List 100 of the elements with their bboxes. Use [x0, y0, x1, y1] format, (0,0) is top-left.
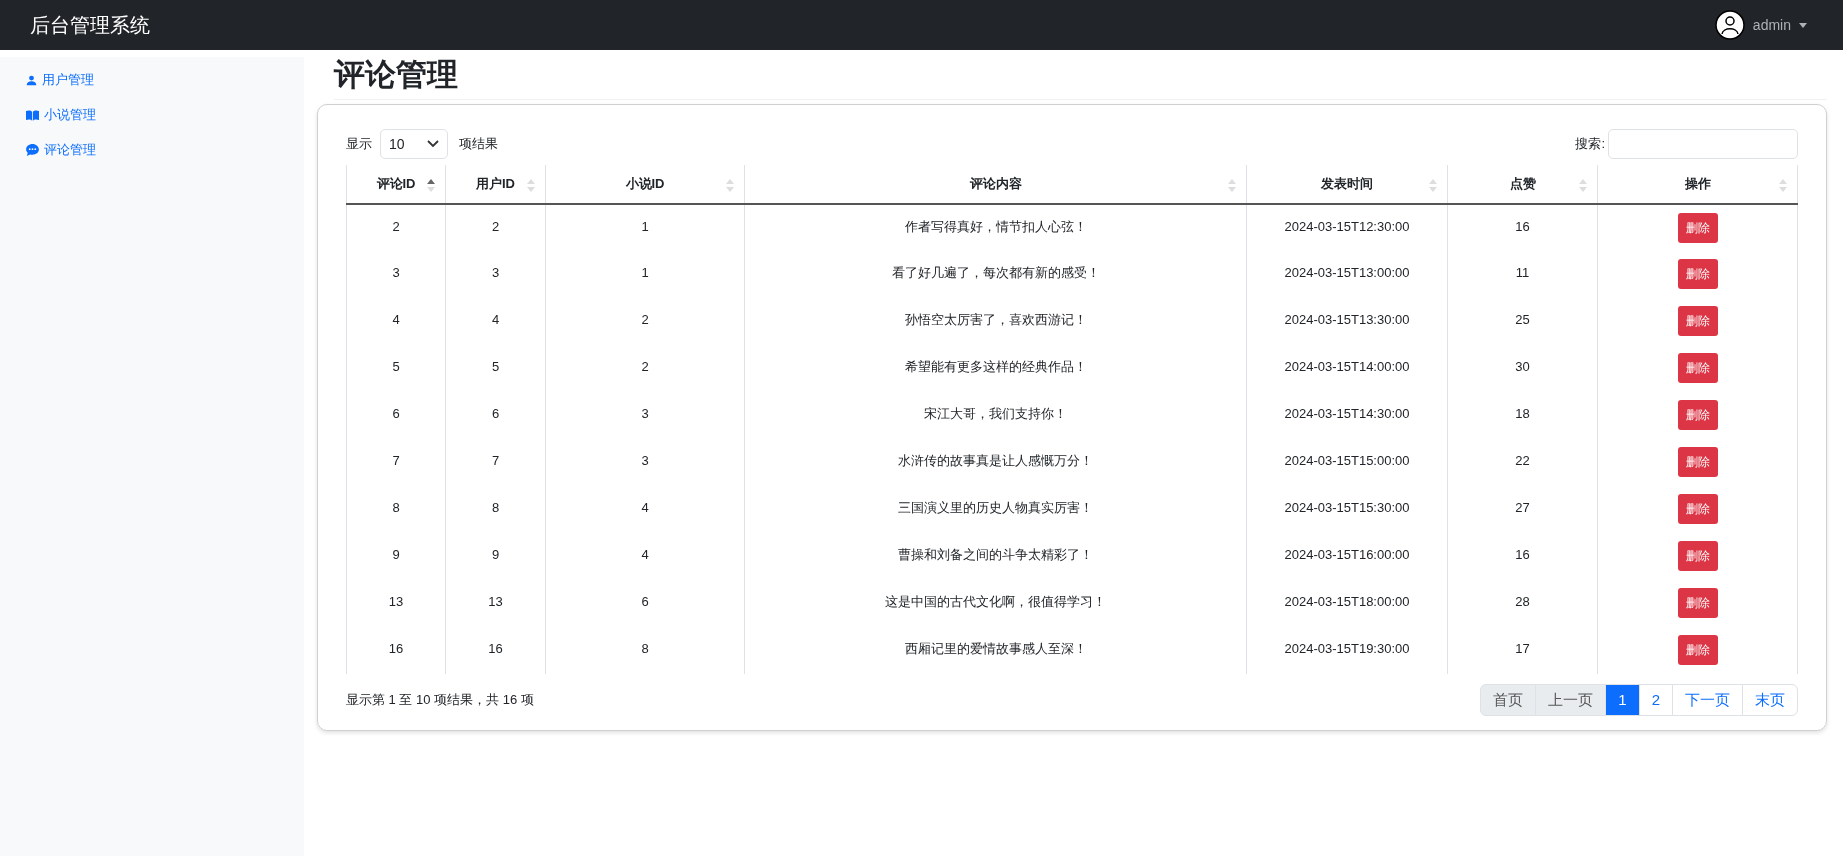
- column-header[interactable]: 操作: [1597, 165, 1798, 204]
- table-cell: 2024-03-15T12:30:00: [1284, 219, 1410, 234]
- table-cell: 1: [641, 219, 649, 234]
- delete-button[interactable]: 删除: [1677, 588, 1718, 618]
- sidebar-link[interactable]: 小说管理: [26, 104, 96, 126]
- table-cell: 8: [641, 641, 649, 656]
- column-header[interactable]: 点赞: [1447, 165, 1598, 204]
- delete-button[interactable]: 删除: [1677, 400, 1718, 430]
- table-cell: 13: [388, 594, 404, 609]
- sort-icon: [527, 179, 535, 192]
- table-cell: 30: [1515, 359, 1530, 374]
- table-cell: 16: [1515, 547, 1530, 562]
- table-cell: 8: [392, 500, 400, 515]
- page-length-select[interactable]: 10: [380, 129, 448, 159]
- table-cell: 28: [1515, 594, 1530, 609]
- chat-bubble-icon: [26, 144, 39, 156]
- table-cell: 11: [1515, 265, 1530, 280]
- table-cell: 4: [392, 312, 400, 327]
- table-cell: 7: [491, 453, 500, 468]
- table-cell: 2024-03-15T16:00:00: [1284, 547, 1410, 562]
- table-cell: 2: [392, 219, 400, 234]
- table-cell: 4: [491, 312, 500, 327]
- table-cell: 2024-03-15T13:00:00: [1284, 265, 1410, 280]
- table-cell: 3: [641, 453, 649, 468]
- sort-icon: [1579, 179, 1587, 192]
- column-header[interactable]: 评论内容: [744, 165, 1247, 204]
- delete-button[interactable]: 删除: [1677, 494, 1718, 524]
- table-cell: 4: [641, 500, 649, 515]
- sort-icon: [1429, 179, 1437, 192]
- pagination-button[interactable]: 末页: [1742, 684, 1798, 716]
- table-cell: 16: [388, 641, 404, 656]
- pagination-button[interactable]: 下一页: [1672, 684, 1743, 716]
- table-cell: 希望能有更多这样的经典作品！: [904, 359, 1087, 374]
- column-header[interactable]: 用户ID: [445, 165, 546, 204]
- search-field[interactable]: [1608, 129, 1798, 159]
- table-cell: 2024-03-15T15:00:00: [1284, 453, 1410, 468]
- table-cell: 13: [488, 594, 503, 609]
- book-icon: [26, 109, 39, 121]
- delete-button[interactable]: 删除: [1677, 635, 1718, 665]
- table-cell: 22: [1515, 453, 1530, 468]
- table-cell: 3: [392, 265, 400, 280]
- table-cell: 4: [641, 547, 649, 562]
- table-cell: 8: [491, 500, 500, 515]
- table-cell: 3: [641, 406, 649, 421]
- page-title: 评论管理: [334, 55, 1827, 100]
- table-cell: 2024-03-15T15:30:00: [1284, 500, 1410, 515]
- table-cell: 18: [1515, 406, 1530, 421]
- search-label: 搜索:: [1575, 135, 1605, 154]
- user-menu[interactable]: admin: [1714, 10, 1807, 40]
- table-cell: 西厢记里的爱情故事感人至深！: [904, 641, 1087, 656]
- sort-icon: [427, 179, 435, 192]
- length-label: 显示: [346, 135, 372, 154]
- delete-button[interactable]: 删除: [1677, 259, 1718, 289]
- column-header[interactable]: 小说ID: [545, 165, 745, 204]
- pagination-button[interactable]: 1: [1605, 684, 1640, 716]
- table-cell: 6: [392, 406, 400, 421]
- user-icon: [26, 74, 37, 86]
- table-cell: 2: [491, 219, 500, 234]
- sort-icon: [726, 179, 734, 192]
- table-cell: 这是中国的古代文化啊，很值得学习！: [885, 594, 1106, 609]
- table-cell: 5: [491, 359, 500, 374]
- table-cell: 三国演义里的历史人物真实厉害！: [898, 500, 1093, 515]
- column-header[interactable]: 发表时间: [1246, 165, 1448, 204]
- table-cell: 2024-03-15T13:30:00: [1284, 312, 1410, 327]
- length-label: 项结果: [459, 135, 498, 154]
- table-cell: 2024-03-15T18:00:00: [1284, 594, 1410, 609]
- table-cell: 2: [641, 359, 649, 374]
- table-cell: 3: [491, 265, 500, 280]
- table-cell: 5: [392, 359, 400, 374]
- table-cell: 作者写得真好，情节扣人心弦！: [904, 219, 1087, 234]
- table-cell: 2: [641, 312, 649, 327]
- avatar-icon: [1714, 10, 1745, 40]
- table-cell: 6: [491, 406, 500, 421]
- table-cell: 25: [1515, 312, 1530, 327]
- column-header[interactable]: 评论ID: [346, 165, 446, 204]
- table-cell: 9: [392, 547, 400, 562]
- table-cell: 2024-03-15T19:30:00: [1284, 641, 1410, 656]
- table-cell: 2024-03-15T14:30:00: [1284, 406, 1410, 421]
- brand-title[interactable]: 后台管理系统: [30, 10, 150, 40]
- table-cell: 16: [488, 641, 503, 656]
- table-cell: 水浒传的故事真是让人感慨万分！: [898, 453, 1093, 468]
- table-cell: 孙悟空太厉害了，喜欢西游记！: [904, 312, 1087, 327]
- delete-button[interactable]: 删除: [1677, 353, 1718, 383]
- sort-icon: [1228, 179, 1236, 192]
- delete-button[interactable]: 删除: [1677, 213, 1718, 243]
- table-cell: 宋江大哥，我们支持你！: [924, 406, 1067, 421]
- delete-button[interactable]: 删除: [1677, 306, 1718, 336]
- delete-button[interactable]: 删除: [1677, 447, 1718, 477]
- sort-icon: [1779, 179, 1787, 192]
- table-cell: 17: [1515, 641, 1530, 656]
- table-cell: 曹操和刘备之间的斗争太精彩了！: [898, 547, 1093, 562]
- table-cell: 7: [392, 453, 400, 468]
- chevron-icon: [427, 140, 439, 148]
- sidebar-link[interactable]: 评论管理: [26, 139, 96, 161]
- table-cell: 2024-03-15T14:00:00: [1284, 359, 1410, 374]
- caret-icon: [1799, 22, 1807, 28]
- table-cell: 6: [641, 594, 649, 609]
- sidebar-link[interactable]: 用户管理: [26, 69, 94, 91]
- delete-button[interactable]: 删除: [1677, 541, 1718, 571]
- table-cell: 9: [491, 547, 500, 562]
